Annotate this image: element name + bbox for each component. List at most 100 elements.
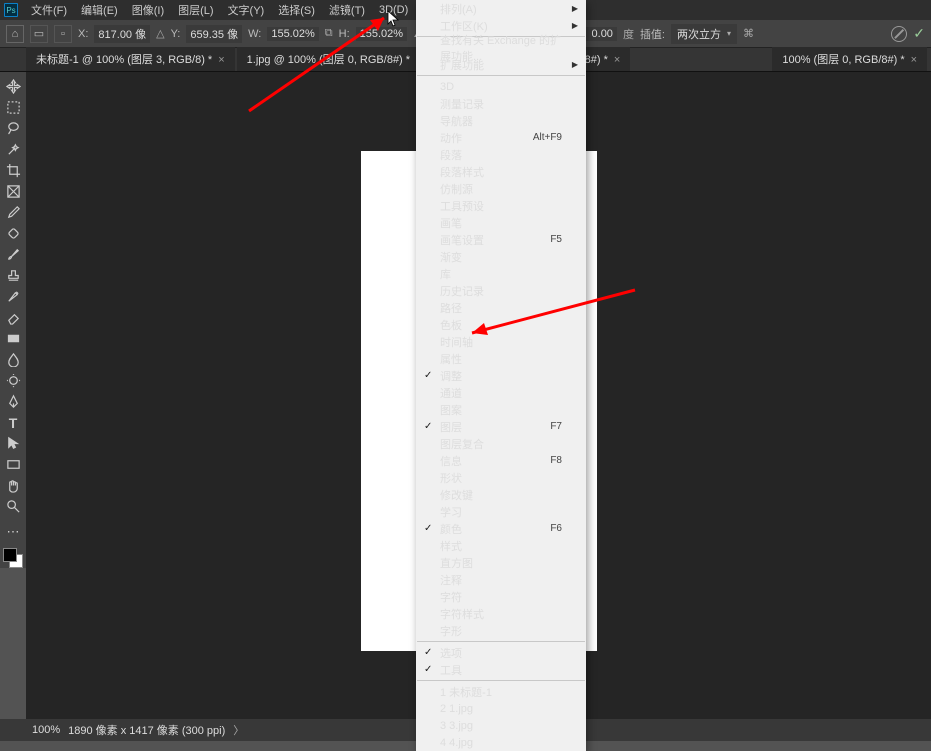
move-tool-icon[interactable] (2, 76, 24, 97)
menu-item[interactable]: 通道 (416, 384, 586, 401)
menu-item[interactable]: 2 1.jpg (416, 700, 586, 717)
menu-item[interactable]: 图案 (416, 401, 586, 418)
stamp-tool-icon[interactable] (2, 265, 24, 286)
menu-item[interactable]: 库 (416, 265, 586, 282)
home-icon[interactable]: ⌂ (6, 25, 24, 43)
color-swatch[interactable] (3, 548, 23, 568)
interp-select[interactable]: 两次立方▾ (671, 24, 737, 44)
menu-item[interactable]: 属性 (416, 350, 586, 367)
document-tab[interactable]: 100% (图层 0, RGB/8#) *× (772, 47, 927, 71)
menu-item[interactable]: 动作Alt+F9 (416, 129, 586, 146)
menu-item[interactable]: 路径 (416, 299, 586, 316)
path-select-tool-icon[interactable] (2, 433, 24, 454)
commit-icon[interactable]: ✓ (913, 25, 925, 42)
status-chevron-icon[interactable]: 〉 (233, 722, 244, 738)
gradient-tool-icon[interactable] (2, 328, 24, 349)
menu-item[interactable]: 查找有关 Exchange 的扩展功能... (416, 39, 586, 56)
h-label: H: (339, 28, 350, 40)
menu-filter[interactable]: 滤镜(T) (322, 0, 372, 20)
document-tab[interactable]: 1.jpg @ 100% (图层 0, RGB/8#) *× (237, 47, 433, 71)
menu-item[interactable]: 工具 (416, 661, 586, 678)
menu-item[interactable]: 修改键 (416, 486, 586, 503)
eraser-tool-icon[interactable] (2, 307, 24, 328)
y-value[interactable]: 659.35 像 (186, 25, 242, 43)
menu-item[interactable]: 1 未标题-1 (416, 683, 586, 700)
eyedropper-tool-icon[interactable] (2, 202, 24, 223)
zoom-tool-icon[interactable] (2, 496, 24, 517)
menu-item[interactable]: 学习 (416, 503, 586, 520)
w-value[interactable]: 155.02% (267, 27, 318, 41)
menu-item[interactable]: 图层F7 (416, 418, 586, 435)
cancel-icon[interactable] (891, 26, 907, 42)
menu-item[interactable]: 工具预设 (416, 197, 586, 214)
link-icon[interactable]: ⧉ (325, 27, 333, 40)
x-label: X: (78, 28, 88, 40)
app-icon: Ps (4, 3, 18, 17)
menu-item[interactable]: 渐变 (416, 248, 586, 265)
menu-item[interactable]: 颜色F6 (416, 520, 586, 537)
menu-item[interactable]: 调整 (416, 367, 586, 384)
menu-type[interactable]: 文字(Y) (221, 0, 272, 20)
menu-item[interactable]: 排列(A) (416, 0, 586, 17)
menu-edit[interactable]: 编辑(E) (74, 0, 125, 20)
wand-tool-icon[interactable] (2, 139, 24, 160)
menu-item[interactable]: 色板 (416, 316, 586, 333)
menu-item[interactable]: 历史记录 (416, 282, 586, 299)
pen-tool-icon[interactable] (2, 391, 24, 412)
menu-item[interactable]: 形状 (416, 469, 586, 486)
close-icon[interactable]: × (218, 54, 224, 66)
chevron-down-icon: ▾ (727, 29, 731, 38)
frame-tool-icon[interactable] (2, 181, 24, 202)
menu-item[interactable]: 字形 (416, 622, 586, 639)
menu-select[interactable]: 选择(S) (271, 0, 322, 20)
heal-tool-icon[interactable] (2, 223, 24, 244)
menu-item[interactable]: 直方图 (416, 554, 586, 571)
menu-item[interactable]: 画笔设置F5 (416, 231, 586, 248)
menu-item[interactable]: 选项 (416, 644, 586, 661)
interp-label: 插值: (640, 26, 665, 42)
menu-item[interactable]: 段落样式 (416, 163, 586, 180)
cursor-icon (387, 10, 401, 28)
tools-panel: T ⋯ (0, 72, 26, 568)
dodge-tool-icon[interactable] (2, 370, 24, 391)
close-icon[interactable]: × (614, 54, 620, 66)
reference-point-icon[interactable]: ▫ (54, 25, 72, 43)
lasso-tool-icon[interactable] (2, 118, 24, 139)
zoom-level[interactable]: 100% (32, 724, 60, 736)
warp-icon[interactable]: ⌘ (743, 27, 754, 40)
menu-item[interactable]: 字符样式 (416, 605, 586, 622)
menu-layer[interactable]: 图层(L) (171, 0, 220, 20)
document-tab[interactable]: 未标题-1 @ 100% (图层 3, RGB/8) *× (26, 47, 235, 71)
history-brush-tool-icon[interactable] (2, 286, 24, 307)
menu-file[interactable]: 文件(F) (24, 0, 74, 20)
close-icon[interactable]: × (911, 54, 917, 66)
transform-icon[interactable]: ▭ (30, 25, 48, 43)
menu-item[interactable]: 仿制源 (416, 180, 586, 197)
menu-item[interactable]: 注释 (416, 571, 586, 588)
menu-item[interactable]: 字符 (416, 588, 586, 605)
menu-image[interactable]: 图像(I) (125, 0, 171, 20)
menu-item[interactable]: 扩展功能 (416, 56, 586, 73)
menu-item[interactable]: 图层复合 (416, 435, 586, 452)
triangle-icon[interactable]: △ (156, 27, 164, 40)
menu-item[interactable]: 信息F8 (416, 452, 586, 469)
menu-item[interactable]: 段落 (416, 146, 586, 163)
menu-item[interactable]: 画笔 (416, 214, 586, 231)
brush-tool-icon[interactable] (2, 244, 24, 265)
crop-tool-icon[interactable] (2, 160, 24, 181)
menu-item[interactable]: 导航器 (416, 112, 586, 129)
menu-item[interactable]: 时间轴 (416, 333, 586, 350)
blur-tool-icon[interactable] (2, 349, 24, 370)
rectangle-tool-icon[interactable] (2, 454, 24, 475)
h-value[interactable]: 155.02% (356, 27, 407, 41)
hand-tool-icon[interactable] (2, 475, 24, 496)
type-tool-icon[interactable]: T (2, 412, 24, 433)
menu-item[interactable]: 3D (416, 78, 586, 95)
menu-item[interactable]: 4 4.jpg (416, 734, 586, 751)
x-value[interactable]: 817.00 像 (94, 25, 150, 43)
menu-item[interactable]: 3 3.jpg (416, 717, 586, 734)
edit-toolbar-icon[interactable]: ⋯ (2, 521, 24, 542)
menu-item[interactable]: 样式 (416, 537, 586, 554)
marquee-tool-icon[interactable] (2, 97, 24, 118)
menu-item[interactable]: 测量记录 (416, 95, 586, 112)
